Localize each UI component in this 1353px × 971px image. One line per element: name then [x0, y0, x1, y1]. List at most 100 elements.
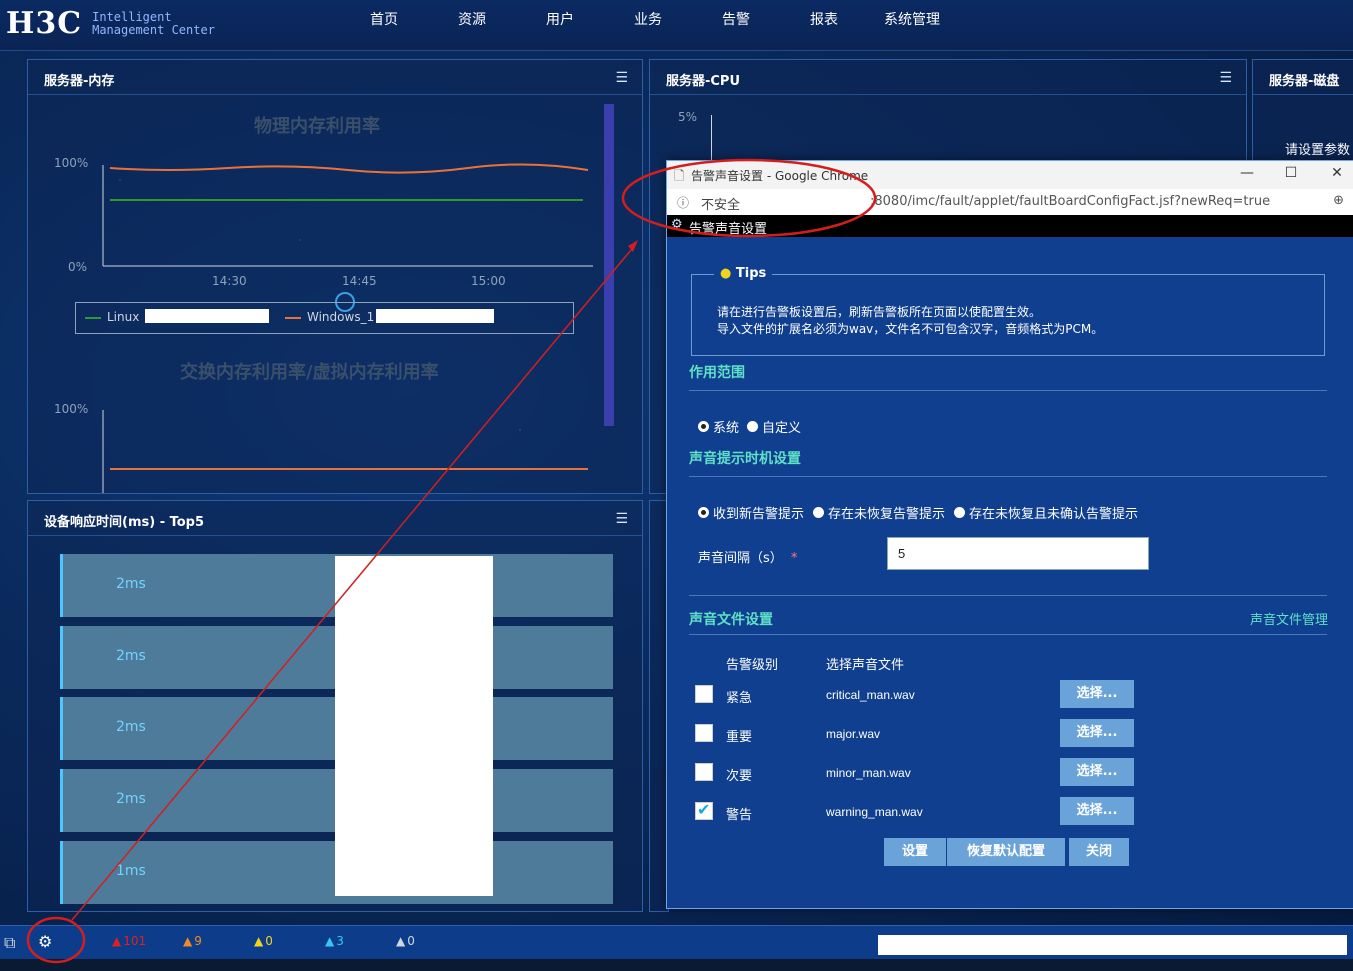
- redacted-block: [145, 309, 269, 323]
- insecure-label: 不安全: [701, 198, 741, 213]
- column-header-level: 告警级别: [726, 658, 779, 673]
- alarm-level-label: 重要: [726, 730, 753, 745]
- radio-icon: [698, 507, 709, 518]
- close-button[interactable]: 关闭: [1069, 838, 1129, 866]
- maximize-icon[interactable]: ☐: [1278, 165, 1304, 185]
- sound-file-name: warning_man.wav: [826, 805, 923, 819]
- sound-settings-icon[interactable]: ⚙: [38, 932, 52, 951]
- hamburger-icon[interactable]: ☰: [615, 511, 628, 527]
- major-alarm-count[interactable]: ▲ 9: [183, 934, 202, 948]
- set-button[interactable]: 设置: [884, 838, 946, 866]
- os-taskbar: [0, 959, 1353, 971]
- scope-radio-custom[interactable]: 自定义: [747, 417, 801, 436]
- interval-input[interactable]: [887, 537, 1149, 570]
- interval-label: 声音间隔（s） *: [698, 551, 798, 566]
- alarm-level-label: 警告: [726, 808, 753, 823]
- column-header-file: 选择声音文件: [826, 658, 905, 673]
- y-tick-label: 100%: [54, 402, 89, 416]
- cpu-panel-header: 服务器-CPU ☰: [650, 60, 1246, 95]
- legend-linux-label[interactable]: Linux: [107, 310, 139, 324]
- info-icon[interactable]: ⓘ: [677, 194, 689, 211]
- bar-accent: [60, 626, 63, 689]
- info-alarm-count[interactable]: ▲ 0: [396, 934, 415, 948]
- nav-item-service[interactable]: 业务: [604, 9, 692, 29]
- info-alarm-icon: ▲: [396, 934, 406, 948]
- sound-file-manage-link[interactable]: 声音文件管理: [1250, 609, 1328, 628]
- main-nav: 首页 资源 用户 业务 告警 报表 系统管理: [340, 9, 956, 29]
- response-panel-title: 设备响应时间(ms) - Top5: [44, 515, 205, 530]
- bar-accent: [60, 769, 63, 832]
- redacted-block: [747, 193, 867, 211]
- divider: [689, 634, 1327, 635]
- radio-icon: [747, 421, 758, 432]
- divider: [689, 595, 1327, 596]
- minor-alarm-count[interactable]: ▲ 0: [254, 934, 273, 948]
- alarm-level-label: 次要: [726, 769, 753, 784]
- scope-radio-system[interactable]: 系统: [698, 417, 739, 436]
- critical-alarm-icon: ▲: [112, 934, 122, 948]
- level-checkbox[interactable]: [695, 800, 713, 820]
- timing-radio-unacked[interactable]: 存在未恢复且未确认告警提示: [954, 503, 1138, 522]
- warning-alarm-icon: ▲: [325, 934, 335, 948]
- x-tick-label: 14:30: [212, 274, 247, 288]
- timing-section-title: 声音提示时机设置: [689, 451, 801, 467]
- series-windows-line: [109, 163, 589, 174]
- response-bar-label: 2ms: [116, 648, 146, 664]
- level-checkbox[interactable]: [695, 763, 713, 781]
- window-switch-icon[interactable]: ⧉: [4, 933, 15, 953]
- level-checkbox[interactable]: [695, 724, 713, 742]
- choose-file-button[interactable]: 选择...: [1060, 758, 1134, 786]
- radio-icon: [813, 507, 824, 518]
- alarm-status-bar: ⧉ ⚙ ▲ 101 ▲ 9 ▲ 0 ▲ 3 ▲ 0: [0, 925, 1353, 960]
- hamburger-icon[interactable]: ☰: [1219, 70, 1232, 86]
- choose-file-button[interactable]: 选择...: [1060, 719, 1134, 747]
- minimize-icon[interactable]: —: [1234, 165, 1260, 185]
- disk-panel-header: 服务器-磁盘: [1253, 60, 1353, 95]
- required-mark: *: [790, 551, 798, 566]
- redacted-block: [376, 309, 494, 323]
- dialog-header: ⚙ 告警声音设置: [667, 215, 1353, 237]
- nav-item-system[interactable]: 系统管理: [868, 9, 956, 29]
- warning-alarm-count[interactable]: ▲ 3: [325, 934, 344, 948]
- response-bar-label: 2ms: [116, 791, 146, 807]
- timing-radio-unrecovered[interactable]: 存在未恢复告警提示: [813, 503, 945, 522]
- legend-linux-swatch: [85, 317, 101, 319]
- memory-chart: [102, 163, 593, 493]
- memory-panel: 服务器-内存 ☰ 物理内存利用率 100% 0% 14:30 14:45 15:…: [27, 59, 643, 494]
- document-icon: 🗋: [674, 169, 685, 184]
- top-bar: H3C Intelligent Management Center 首页 资源 …: [0, 0, 1353, 51]
- nav-item-report[interactable]: 报表: [780, 9, 868, 29]
- divider: [689, 476, 1327, 477]
- timing-radio-new[interactable]: 收到新告警提示: [698, 503, 804, 522]
- choose-file-button[interactable]: 选择...: [1060, 797, 1134, 825]
- nav-item-alarm[interactable]: 告警: [692, 9, 780, 29]
- alarm-level-label: 紧急: [726, 691, 753, 706]
- major-alarm-icon: ▲: [183, 934, 193, 948]
- browser-titlebar: 🗋 告警声音设置 - Google Chrome — ☐ ✕: [667, 161, 1353, 190]
- level-checkbox[interactable]: [695, 685, 713, 703]
- x-tick-label: 14:45: [342, 274, 377, 288]
- nav-item-resource[interactable]: 资源: [428, 9, 516, 29]
- sound-file-name: major.wav: [826, 727, 881, 741]
- y-tick-label: 0%: [68, 260, 88, 274]
- address-bar[interactable]: ⓘ 不安全 :8080/imc/fault/applet/faultBoardC…: [667, 189, 1353, 216]
- close-icon[interactable]: ✕: [1324, 165, 1350, 185]
- radio-icon: [954, 507, 965, 518]
- legend-windows-label[interactable]: Windows_1: [307, 310, 374, 324]
- x-tick-label: 15:00: [471, 274, 506, 288]
- file-section-title: 声音文件设置: [689, 612, 773, 628]
- zoom-icon[interactable]: ⊕: [1333, 193, 1344, 208]
- restore-default-button[interactable]: 恢复默认配置: [947, 838, 1065, 866]
- response-bar-label: 2ms: [116, 576, 146, 592]
- scrollbar-thumb[interactable]: [604, 104, 614, 426]
- response-bar-label: 2ms: [116, 719, 146, 735]
- nav-item-home[interactable]: 首页: [340, 9, 428, 29]
- url-text[interactable]: :8080/imc/fault/applet/faultBoardConfigF…: [870, 194, 1270, 209]
- lightbulb-icon: ●: [720, 266, 732, 281]
- cpu-y-tick-label: 5%: [678, 110, 698, 124]
- browser-window-title: 告警声音设置 - Google Chrome: [691, 169, 869, 183]
- legend-windows-swatch: [285, 317, 301, 319]
- choose-file-button[interactable]: 选择...: [1060, 680, 1134, 708]
- nav-item-user[interactable]: 用户: [516, 9, 604, 29]
- critical-alarm-count[interactable]: ▲ 101: [112, 934, 146, 948]
